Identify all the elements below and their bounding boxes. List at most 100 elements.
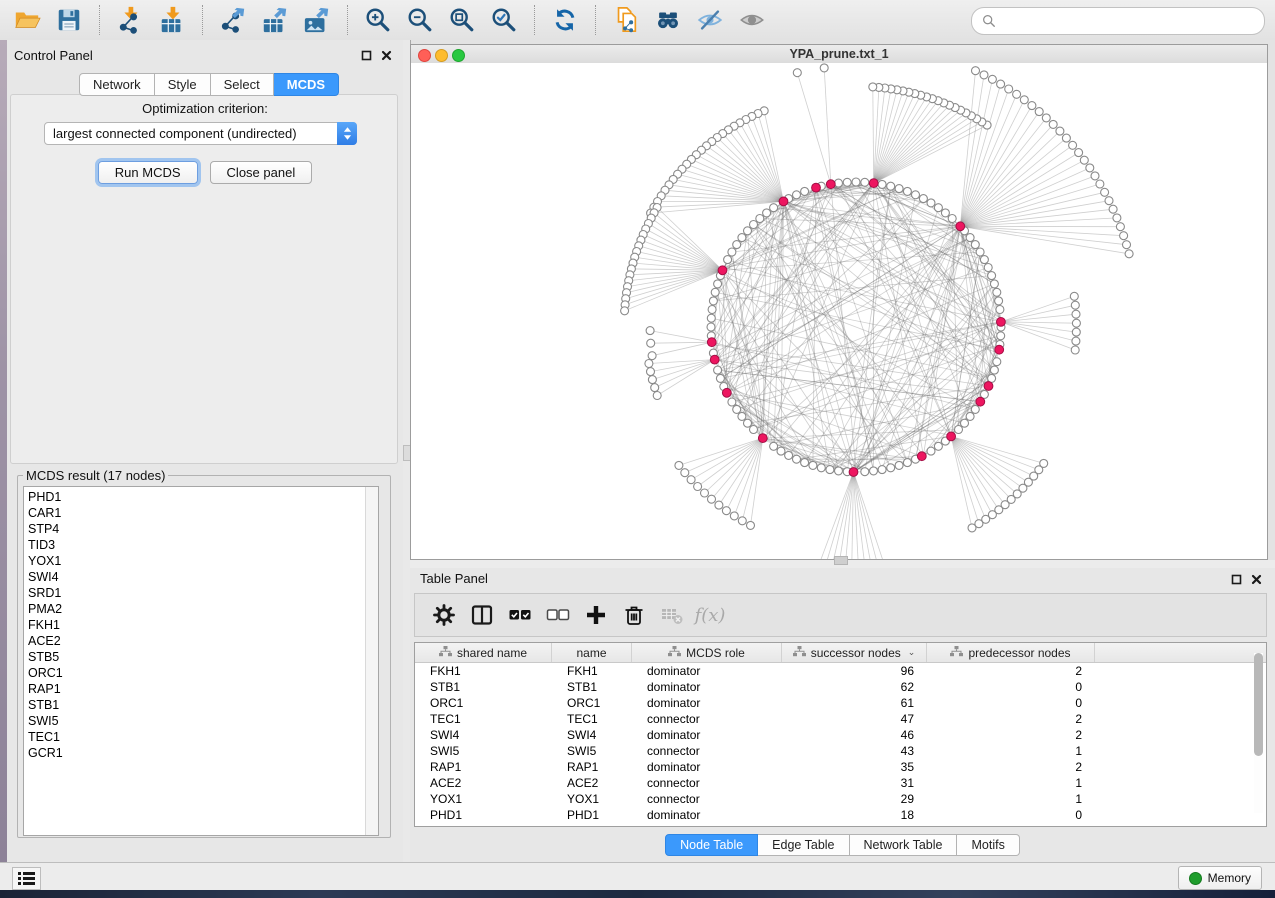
tab-mcds[interactable]: MCDS: [274, 73, 339, 96]
export-network-button[interactable]: [212, 3, 254, 37]
cell-mcds_role: dominator: [632, 664, 782, 678]
zoom-selected-button[interactable]: [483, 3, 525, 37]
open-file-button[interactable]: [6, 3, 48, 37]
table-row[interactable]: YOX1YOX1connector291: [415, 791, 1266, 807]
select-all-button[interactable]: [501, 597, 539, 633]
desktop-background-bottom: [0, 890, 1275, 898]
table-row[interactable]: PHD1PHD1dominator180: [415, 807, 1266, 823]
show-all-button[interactable]: [731, 3, 773, 37]
mcds-result-item[interactable]: YOX1: [28, 553, 378, 569]
mcds-result-list[interactable]: PHD1CAR1STP4TID3YOX1SWI4SRD1PMA2FKH1ACE2…: [23, 486, 379, 836]
mcds-result-item[interactable]: CAR1: [28, 505, 378, 521]
add-row-button[interactable]: [577, 597, 615, 633]
table-body: FKH1FKH1dominator962STB1STB1dominator620…: [415, 663, 1266, 823]
optimization-criterion-select[interactable]: largest connected component (undirected): [44, 122, 357, 145]
export-table-button[interactable]: [254, 3, 296, 37]
gear-button[interactable]: [425, 597, 463, 633]
cell-successor: 35: [782, 760, 927, 774]
tab-motifs[interactable]: Motifs: [957, 834, 1019, 856]
float-panel-icon[interactable]: [359, 48, 373, 62]
sort-menu-icon[interactable]: ⌄: [908, 647, 916, 658]
search-input[interactable]: [1002, 10, 1264, 32]
column-header-successor-nodes[interactable]: successor nodes ⌄: [782, 643, 927, 662]
column-header-shared-name[interactable]: shared name: [415, 643, 552, 662]
mcds-result-item[interactable]: SWI5: [28, 713, 378, 729]
table-row[interactable]: FKH1FKH1dominator962: [415, 663, 1266, 679]
table-row[interactable]: ACE2ACE2connector311: [415, 775, 1266, 791]
network-canvas[interactable]: [411, 63, 1267, 559]
run-mcds-button[interactable]: Run MCDS: [98, 161, 198, 184]
table-row[interactable]: SWI4SWI4dominator462: [415, 727, 1266, 743]
mcds-result-item[interactable]: PHD1: [28, 489, 378, 505]
tab-edge-table[interactable]: Edge Table: [758, 834, 849, 856]
close-panel-icon[interactable]: [379, 48, 393, 62]
table-panel: Table Panel f(x) shared namenameMCDS rol…: [410, 568, 1275, 862]
network-titlebar[interactable]: YPA_prune.txt_1: [411, 45, 1267, 64]
zoom-out-button[interactable]: [399, 3, 441, 37]
mcds-result-item[interactable]: GCR1: [28, 745, 378, 761]
mcds-result-item[interactable]: STB5: [28, 649, 378, 665]
import-network-button[interactable]: [109, 3, 151, 37]
open-file-icon: [13, 6, 41, 34]
mcds-result-item[interactable]: RAP1: [28, 681, 378, 697]
search-box[interactable]: [971, 7, 1265, 35]
float-panel-icon[interactable]: [1229, 572, 1243, 586]
columns-button[interactable]: [463, 597, 501, 633]
mcds-result-item[interactable]: STB1: [28, 697, 378, 713]
mcds-result-item[interactable]: STP4: [28, 521, 378, 537]
cell-shared_name: STB1: [415, 680, 552, 694]
tab-network[interactable]: Network: [79, 73, 155, 96]
scrollbar-thumb[interactable]: [1254, 653, 1263, 756]
column-header-predecessor-nodes[interactable]: predecessor nodes: [927, 643, 1095, 662]
mcds-list-scrollbar[interactable]: [365, 487, 378, 835]
table-row[interactable]: TEC1TEC1connector472: [415, 711, 1266, 727]
zoom-in-button[interactable]: [357, 3, 399, 37]
cell-name: ORC1: [552, 696, 632, 710]
column-label: successor nodes: [811, 646, 901, 660]
table-row[interactable]: ORC1ORC1dominator610: [415, 695, 1266, 711]
mcds-result-item[interactable]: FKH1: [28, 617, 378, 633]
table-row[interactable]: SWI5SWI5connector431: [415, 743, 1266, 759]
deselect-all-icon: [546, 603, 570, 627]
find-button[interactable]: [647, 3, 689, 37]
memory-button[interactable]: Memory: [1178, 866, 1262, 890]
tab-style[interactable]: Style: [155, 73, 211, 96]
mcds-result-item[interactable]: ORC1: [28, 665, 378, 681]
select-all-icon: [508, 603, 532, 627]
delete-button[interactable]: [615, 597, 653, 633]
mcds-result-item[interactable]: TID3: [28, 537, 378, 553]
close-panel-icon[interactable]: [1249, 572, 1263, 586]
task-history-button[interactable]: [12, 867, 41, 890]
table-row[interactable]: RAP1RAP1dominator352: [415, 759, 1266, 775]
table-scrollbar[interactable]: [1254, 653, 1263, 813]
mcds-result-item[interactable]: SWI4: [28, 569, 378, 585]
attribute-icon: [793, 646, 806, 660]
column-header-name[interactable]: name: [552, 643, 632, 662]
refresh-button[interactable]: [544, 3, 586, 37]
hide-selected-button[interactable]: [689, 3, 731, 37]
mcds-result-item[interactable]: PMA2: [28, 601, 378, 617]
mcds-result-item[interactable]: ACE2: [28, 633, 378, 649]
splitter-handle[interactable]: [834, 556, 848, 565]
table-row[interactable]: STB1STB1dominator620: [415, 679, 1266, 695]
network-graph[interactable]: [411, 63, 1267, 559]
import-table-button[interactable]: [151, 3, 193, 37]
tab-node-table[interactable]: Node Table: [665, 834, 758, 856]
horizontal-splitter[interactable]: [410, 560, 1275, 568]
mcds-panel: [10, 94, 398, 464]
tab-network-table[interactable]: Network Table: [850, 834, 958, 856]
clone-network-button[interactable]: [605, 3, 647, 37]
save-session-button[interactable]: [48, 3, 90, 37]
cell-successor: 61: [782, 696, 927, 710]
mcds-result-item[interactable]: TEC1: [28, 729, 378, 745]
export-image-button[interactable]: [296, 3, 338, 37]
mcds-result-item[interactable]: SRD1: [28, 585, 378, 601]
close-panel-button[interactable]: Close panel: [210, 161, 313, 184]
tab-select[interactable]: Select: [211, 73, 274, 96]
cell-name: TEC1: [552, 712, 632, 726]
optimization-criterion-label: Optimization criterion:: [7, 101, 403, 116]
zoom-fit-button[interactable]: [441, 3, 483, 37]
deselect-all-button[interactable]: [539, 597, 577, 633]
column-header-MCDS-role[interactable]: MCDS role: [632, 643, 782, 662]
cell-successor: 62: [782, 680, 927, 694]
